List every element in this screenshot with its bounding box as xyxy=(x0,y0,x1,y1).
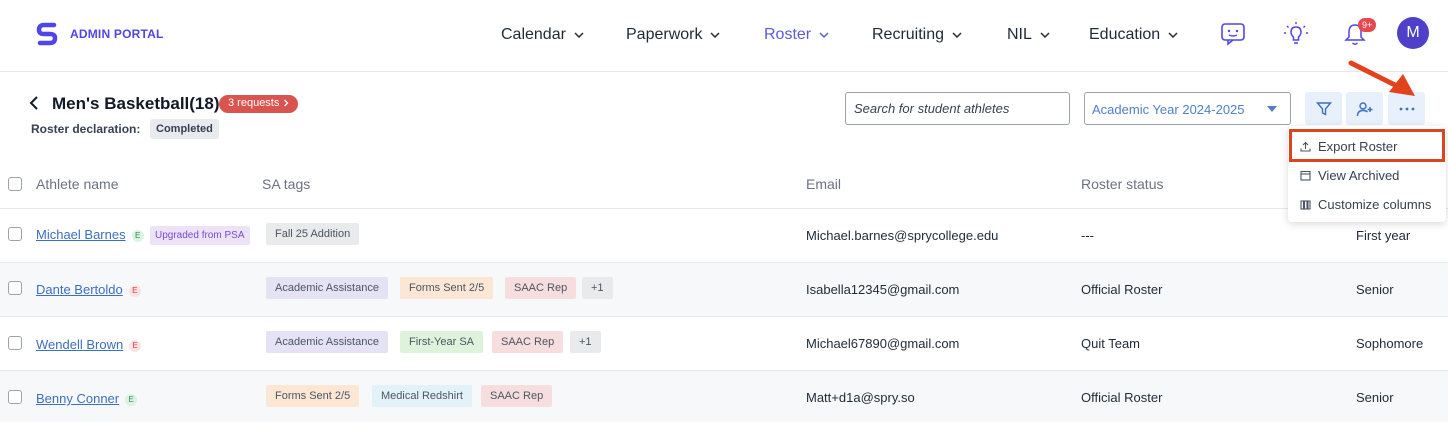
sa-tag: Academic Assistance xyxy=(266,331,388,353)
roster-declaration-label: Roster declaration: xyxy=(31,122,141,136)
eligibility-badge: E xyxy=(129,340,142,352)
avatar[interactable]: M xyxy=(1397,17,1429,49)
sa-tag: Forms Sent 2/5 xyxy=(400,277,494,299)
athlete-name: Benny Conner xyxy=(36,391,120,406)
athlete-name-link[interactable]: Dante Bertoldo E xyxy=(36,282,141,297)
row-checkbox[interactable] xyxy=(8,336,22,350)
columns-icon xyxy=(1300,200,1311,210)
search-input[interactable] xyxy=(845,92,1070,125)
chat-icon[interactable] xyxy=(1219,20,1247,48)
sa-tag: SAAC Rep xyxy=(492,331,564,353)
roster-status-cell: Official Roster xyxy=(1081,390,1163,405)
class-year-cell: Senior xyxy=(1356,282,1394,297)
chevron-right-icon xyxy=(284,99,289,107)
nav-recruiting[interactable]: Recruiting xyxy=(872,24,962,46)
chevron-down-icon xyxy=(952,32,962,39)
row-checkbox[interactable] xyxy=(8,227,22,241)
email-cell: Isabella12345@gmail.com xyxy=(806,282,960,297)
eligibility-badge: E xyxy=(128,285,141,297)
brand-logo[interactable]: ADMIN PORTAL xyxy=(36,22,164,46)
athlete-name: Dante Bertoldo xyxy=(36,282,123,297)
nav-roster[interactable]: Roster xyxy=(764,24,829,46)
athlete-name: Wendell Brown xyxy=(36,337,124,352)
sa-tag: First-Year SA xyxy=(400,331,484,353)
caret-down-icon xyxy=(1267,106,1277,112)
table-row: Michael Barnes E Upgraded from PSA Fall 2… xyxy=(0,209,1448,263)
email-cell: Michael.barnes@sprycollege.edu xyxy=(806,228,999,243)
eligibility-badge: E xyxy=(125,394,138,406)
athlete-name-link[interactable]: Benny Conner E xyxy=(36,391,138,406)
row-checkbox[interactable] xyxy=(8,281,22,295)
nav-recruiting-label: Recruiting xyxy=(872,26,945,43)
more-horizontal-icon xyxy=(1399,107,1414,110)
table-row: Wendell Brown E Academic Assistance First… xyxy=(0,317,1448,371)
menu-item-label: View Archived xyxy=(1318,168,1400,183)
more-tags-badge[interactable]: +1 xyxy=(582,277,613,299)
lightbulb-icon[interactable] xyxy=(1282,20,1310,48)
nav-nil-label: NIL xyxy=(1007,26,1032,43)
chevron-down-icon xyxy=(819,32,829,39)
table-row: Benny Conner E Forms Sent 2/5 Medical Red… xyxy=(0,371,1448,422)
class-year-cell: Sophomore xyxy=(1356,336,1424,351)
column-header-athlete-name[interactable]: Athlete name xyxy=(36,176,119,192)
nav-education-label: Education xyxy=(1089,26,1161,43)
email-cell: Michael67890@gmail.com xyxy=(806,336,960,351)
menu-item-view-archived[interactable]: View Archived xyxy=(1300,168,1399,183)
roster-declaration-status: Completed xyxy=(150,119,219,139)
academic-year-select[interactable]: Academic Year 2024-2025 xyxy=(1084,92,1291,125)
roster-status-cell: --- xyxy=(1081,228,1094,243)
academic-year-value: Academic Year 2024-2025 xyxy=(1092,102,1245,117)
nav-education[interactable]: Education xyxy=(1089,24,1178,46)
upgraded-badge: Upgraded from PSA xyxy=(150,226,250,245)
sa-tag: Fall 25 Addition xyxy=(266,223,360,245)
filter-button[interactable] xyxy=(1305,92,1342,125)
requests-badge[interactable]: 3 requests xyxy=(219,95,299,113)
sa-tag: Academic Assistance xyxy=(266,277,388,299)
roster-status-cell: Quit Team xyxy=(1081,336,1141,351)
filter-icon xyxy=(1315,101,1332,116)
sa-tag: SAAC Rep xyxy=(505,277,577,299)
nav-calendar-label: Calendar xyxy=(501,26,566,43)
notification-count-badge: 9+ xyxy=(1358,18,1377,32)
requests-label: 3 requests xyxy=(228,97,280,109)
select-all-checkbox[interactable] xyxy=(8,177,22,191)
nav-calendar[interactable]: Calendar xyxy=(501,24,584,46)
athlete-name-link[interactable]: Wendell Brown E xyxy=(36,337,142,352)
athlete-name-link[interactable]: Michael Barnes E xyxy=(36,227,144,242)
brand-name: ADMIN PORTAL xyxy=(70,27,164,41)
chevron-down-icon xyxy=(1168,32,1178,39)
more-tags-badge[interactable]: +1 xyxy=(570,331,601,353)
annotation-arrow-icon xyxy=(1348,60,1415,96)
back-arrow-icon[interactable] xyxy=(28,95,40,111)
column-header-roster-status[interactable]: Roster status xyxy=(1081,176,1163,192)
archive-icon xyxy=(1300,170,1311,181)
chevron-down-icon xyxy=(574,32,584,39)
chevron-down-icon xyxy=(710,32,721,39)
nav-paperwork[interactable]: Paperwork xyxy=(626,24,721,46)
nav-roster-label: Roster xyxy=(764,26,812,43)
eligibility-badge: E xyxy=(131,230,144,242)
brand-logo-icon xyxy=(36,22,58,46)
sa-tag: Forms Sent 2/5 xyxy=(266,385,360,407)
add-user-icon xyxy=(1356,101,1372,116)
column-header-sa-tags[interactable]: SA tags xyxy=(262,176,310,192)
highlight-box xyxy=(1289,129,1445,162)
menu-item-customize-columns[interactable]: Customize columns xyxy=(1300,197,1431,212)
athlete-name: Michael Barnes xyxy=(36,227,126,242)
sa-tag: Medical Redshirt xyxy=(372,385,472,407)
chevron-down-icon xyxy=(1040,32,1050,39)
nav-paperwork-label: Paperwork xyxy=(626,26,703,43)
nav-nil[interactable]: NIL xyxy=(1007,24,1050,46)
roster-status-cell: Official Roster xyxy=(1081,282,1163,297)
page-title: Men's Basketball(18) xyxy=(52,94,220,113)
row-checkbox[interactable] xyxy=(8,390,22,404)
table-row: Dante Bertoldo E Academic Assistance Form… xyxy=(0,263,1448,317)
top-nav: ADMIN PORTAL Calendar Paperwork Roster R… xyxy=(0,0,1448,72)
email-cell: Matt+d1a@spry.so xyxy=(806,390,915,405)
column-header-email[interactable]: Email xyxy=(806,176,841,192)
class-year-cell: First year xyxy=(1356,228,1411,243)
class-year-cell: Senior xyxy=(1356,390,1394,405)
menu-item-label: Customize columns xyxy=(1318,197,1432,212)
sa-tag: SAAC Rep xyxy=(481,385,553,407)
